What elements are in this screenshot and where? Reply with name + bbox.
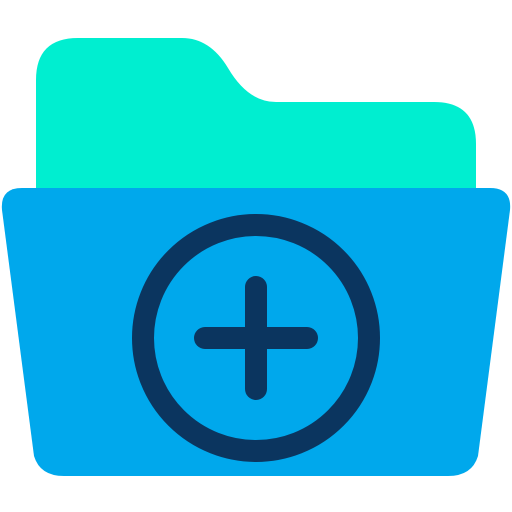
add-folder-icon [1, 38, 511, 476]
icon-canvas [0, 0, 512, 512]
folder-back-panel [36, 38, 476, 200]
